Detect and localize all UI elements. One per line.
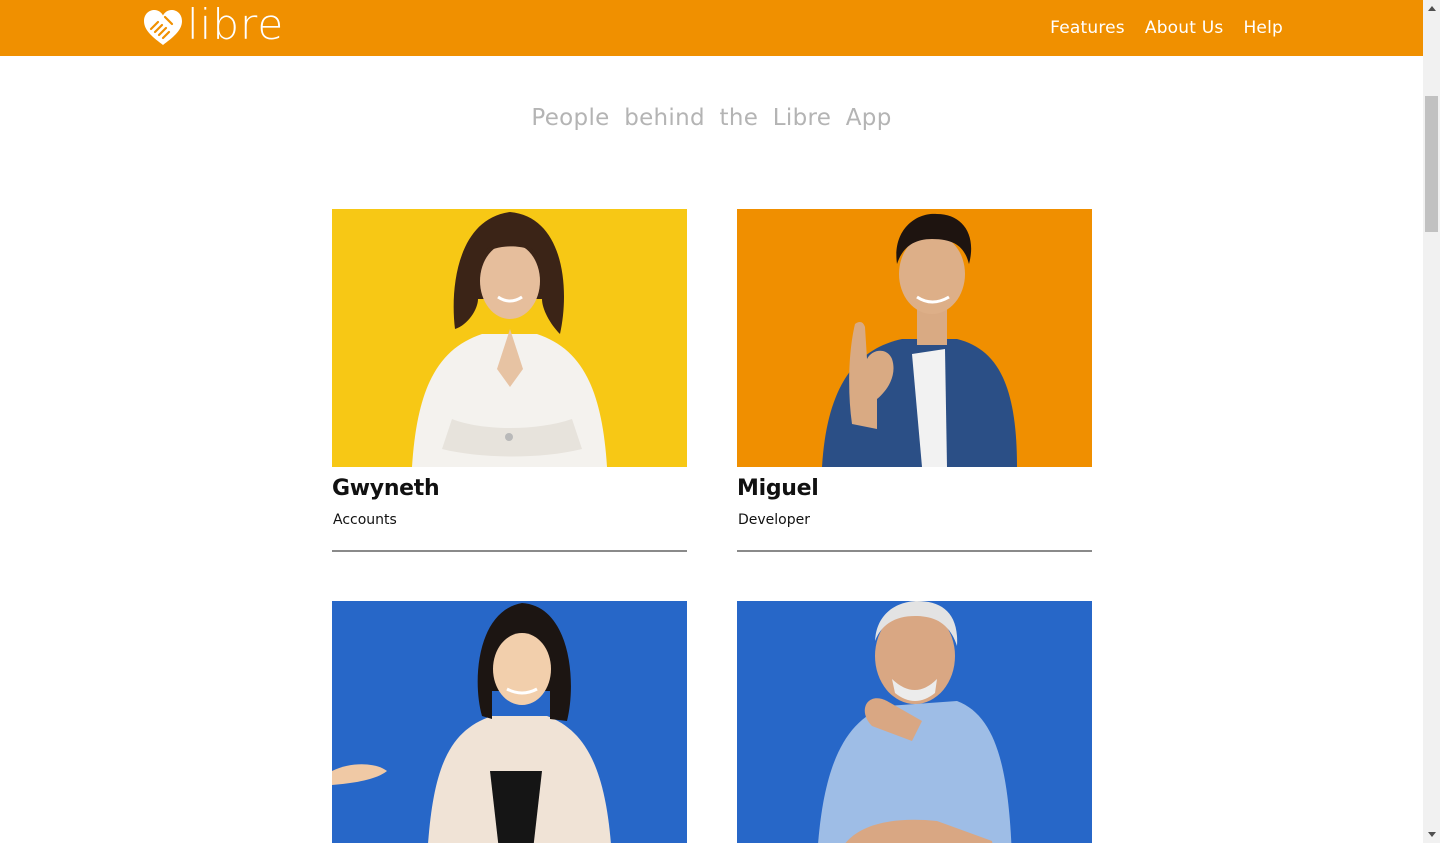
brand-name: libre (187, 0, 285, 49)
team-member-photo (737, 209, 1092, 467)
card-divider (737, 550, 1092, 552)
team-member-role: Accounts (333, 512, 397, 528)
team-member-photo (737, 601, 1092, 843)
team-member-card (737, 601, 1092, 843)
section-heading: People behind the Libre App (531, 105, 892, 131)
main-nav: Features About Us Help (1050, 0, 1283, 56)
nav-link-features[interactable]: Features (1050, 18, 1125, 38)
nav-link-help[interactable]: Help (1243, 18, 1283, 38)
team-member-role: Developer (738, 512, 811, 528)
scrollbar-thumb[interactable] (1425, 96, 1438, 232)
page: libre Features About Us Help People behi… (0, 0, 1423, 843)
team-member-name: Gwyneth (332, 476, 440, 501)
person-photo (737, 601, 1092, 843)
person-photo (737, 209, 1092, 467)
vertical-scrollbar[interactable] (1423, 0, 1440, 843)
heart-handshake-icon (144, 10, 182, 45)
scroll-down-arrow-icon[interactable] (1423, 826, 1440, 843)
top-navbar: libre Features About Us Help (0, 0, 1423, 56)
brand-logo-link[interactable]: libre (142, 0, 285, 50)
team-member-photo (332, 601, 687, 843)
team-member-card (332, 601, 687, 843)
team-member-name: Miguel (737, 476, 819, 501)
person-photo (332, 209, 687, 467)
card-divider (332, 550, 687, 552)
team-member-card: Gwyneth Accounts (332, 209, 687, 552)
team-member-photo (332, 209, 687, 467)
nav-link-about-us[interactable]: About Us (1145, 18, 1224, 38)
scroll-up-arrow-icon[interactable] (1423, 0, 1440, 17)
team-member-card: Miguel Developer (737, 209, 1092, 552)
person-photo (332, 601, 687, 843)
